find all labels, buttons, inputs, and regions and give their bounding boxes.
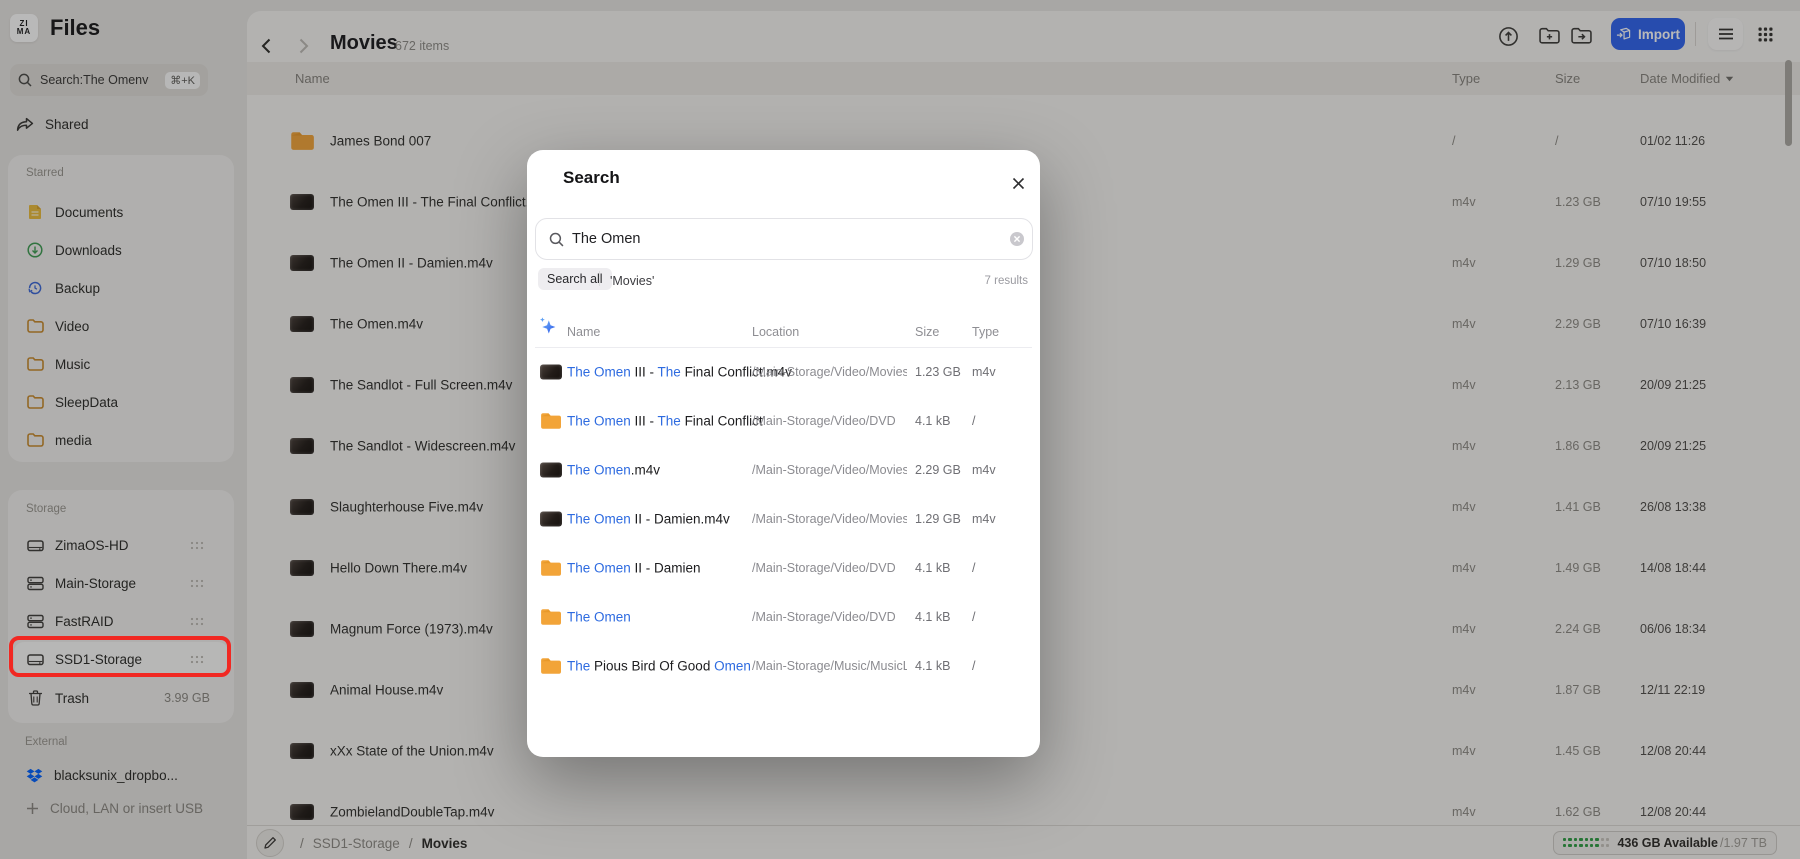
folder-icon xyxy=(540,657,562,675)
tab-search-all[interactable]: Search all xyxy=(538,268,612,290)
folder-icon xyxy=(540,412,562,430)
result-type: m4v xyxy=(972,512,996,526)
search-result-row[interactable]: The Omen/Main-Storage/Video/DVD 4.1 kB / xyxy=(527,597,1040,637)
result-name-text: III - xyxy=(631,365,658,380)
result-column-name: Name xyxy=(567,325,600,339)
highlighted-match-text: Omen xyxy=(714,659,751,674)
tab-divider xyxy=(599,271,600,286)
result-name-text: .m4v xyxy=(631,463,660,478)
result-name: The Omen.m4v xyxy=(567,463,660,478)
highlighted-match-text: The Omen xyxy=(567,463,631,478)
result-column-size: Size xyxy=(915,325,939,339)
annotation-highlight-box xyxy=(9,636,231,677)
result-name: The Pious Bird Of Good Omen xyxy=(567,659,751,674)
result-size: 4.1 kB xyxy=(915,659,950,673)
result-size: 1.23 GB xyxy=(915,365,961,379)
search-result-row[interactable]: The Omen II - Damien.m4v/Main-Storage/Vi… xyxy=(527,499,1040,539)
close-icon[interactable] xyxy=(1006,171,1030,195)
highlighted-match-text: The Omen xyxy=(567,414,631,429)
result-name: The Omen xyxy=(567,610,631,625)
folder-icon xyxy=(540,608,562,626)
video-thumbnail xyxy=(540,365,562,380)
result-type: / xyxy=(972,659,975,673)
highlighted-match-text: The Omen xyxy=(567,365,631,380)
files-app-screen: ZI MA Files Search:The Omenv ⌘+K Shared … xyxy=(0,0,1800,859)
result-location: /Main-Storage/Video/Movies-m4v xyxy=(752,365,907,379)
search-result-row[interactable]: The Omen III - The Final Conflict.m4v/Ma… xyxy=(527,352,1040,392)
search-result-row[interactable]: The Omen III - The Final Conflict/Main-S… xyxy=(527,401,1040,441)
result-size: 2.29 GB xyxy=(915,463,961,477)
search-result-row[interactable]: The Pious Bird Of Good Omen/Main-Storage… xyxy=(527,646,1040,686)
modal-title: Search xyxy=(563,168,620,188)
highlighted-match-text: The Omen xyxy=(567,512,631,527)
clear-search-icon[interactable] xyxy=(1009,231,1025,247)
result-name-text: III - xyxy=(631,414,658,429)
highlighted-match-text: The xyxy=(567,659,590,674)
ai-sparkle-icon xyxy=(537,316,558,337)
search-result-row[interactable]: The Omen.m4v/Main-Storage/Video/Movies-m… xyxy=(527,450,1040,490)
result-size: 4.1 kB xyxy=(915,610,950,624)
folder-icon xyxy=(540,559,562,577)
results-header-divider xyxy=(535,347,1032,348)
result-type: / xyxy=(972,561,975,575)
highlighted-match-text: The Omen xyxy=(567,561,631,576)
result-column-type: Type xyxy=(972,325,999,339)
result-name: The Omen II - Damien xyxy=(567,561,701,576)
result-type: m4v xyxy=(972,463,996,477)
result-location: /Main-Storage/Music/MusicLibrary/Fl... xyxy=(752,659,907,673)
result-name-text: II - Damien.m4v xyxy=(631,512,730,527)
tab-scope-movies[interactable]: 'Movies' xyxy=(610,274,654,288)
search-result-row[interactable]: The Omen II - Damien/Main-Storage/Video/… xyxy=(527,548,1040,588)
result-type: / xyxy=(972,610,975,624)
result-location: /Main-Storage/Video/DVD xyxy=(752,610,896,624)
result-name: The Omen III - The Final Conflict xyxy=(567,414,763,429)
result-name: The Omen II - Damien.m4v xyxy=(567,512,730,527)
results-count: 7 results xyxy=(985,275,1028,287)
result-size: 4.1 kB xyxy=(915,414,950,428)
highlighted-match-text: The Omen xyxy=(567,610,631,625)
modal-search-input[interactable] xyxy=(535,218,1033,260)
result-name-text: II - Damien xyxy=(631,561,701,576)
result-location: /Main-Storage/Video/DVD xyxy=(752,414,896,428)
result-location: /Main-Storage/Video/DVD xyxy=(752,561,896,575)
result-type: / xyxy=(972,414,975,428)
video-thumbnail xyxy=(540,463,562,478)
result-size: 1.29 GB xyxy=(915,512,961,526)
result-name-text: Final Conflict xyxy=(681,414,763,429)
result-location: /Main-Storage/Video/Movies-m4v xyxy=(752,512,907,526)
search-modal: Search Search all 'Movies' 7 results Nam… xyxy=(527,150,1040,757)
result-type: m4v xyxy=(972,365,996,379)
video-thumbnail xyxy=(540,512,562,527)
highlighted-match-text: The xyxy=(658,414,681,429)
result-location: /Main-Storage/Video/Movies-m4v xyxy=(752,463,907,477)
result-size: 4.1 kB xyxy=(915,561,950,575)
highlighted-match-text: The xyxy=(658,365,681,380)
result-name-text: Pious Bird Of Good xyxy=(590,659,714,674)
search-icon xyxy=(549,232,564,247)
result-column-location: Location xyxy=(752,325,799,339)
